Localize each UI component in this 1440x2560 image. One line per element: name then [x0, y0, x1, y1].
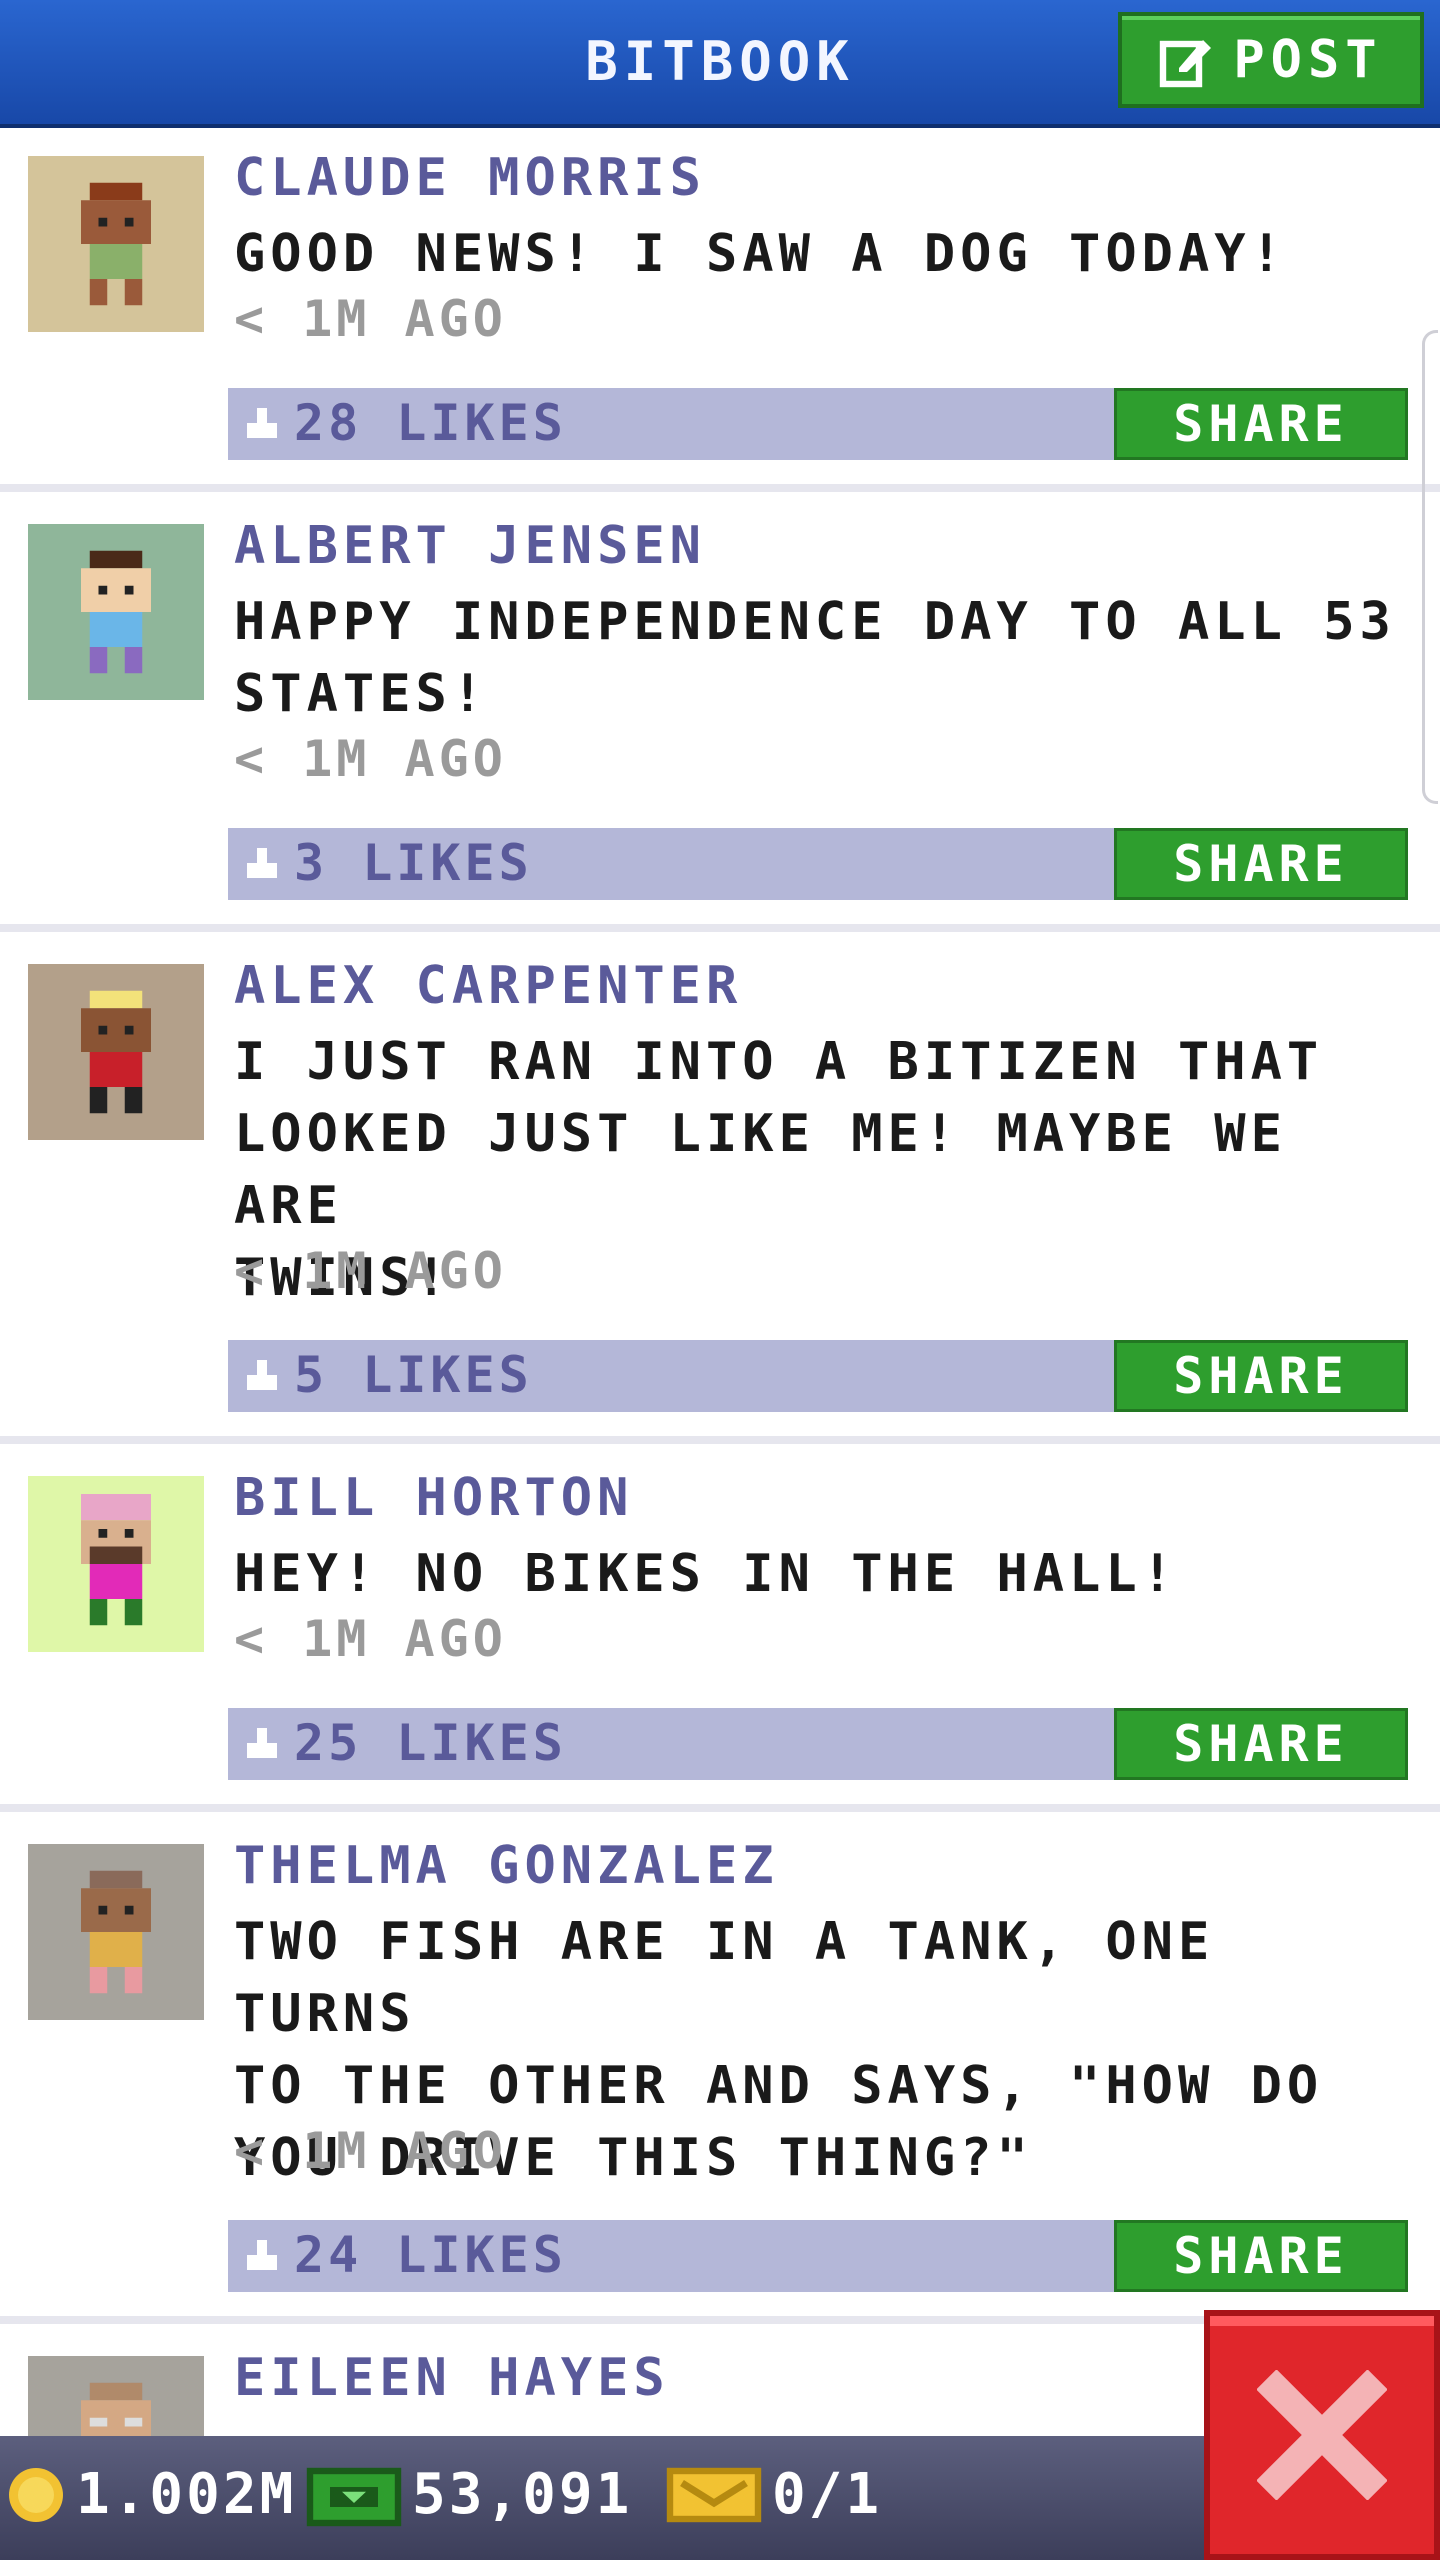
- like-button[interactable]: 3 LIKES: [242, 834, 533, 892]
- coin-icon: [9, 2467, 63, 2522]
- bitizen-avatar-icon: [81, 990, 151, 1114]
- like-button[interactable]: 5 LIKES: [242, 1346, 533, 1404]
- like-button[interactable]: 28 LIKES: [242, 394, 567, 452]
- post-author[interactable]: ALBERT JENSEN: [234, 516, 706, 576]
- share-button[interactable]: SHARE: [1114, 388, 1408, 460]
- avatar[interactable]: [28, 1844, 204, 2020]
- post-divider: [0, 484, 1440, 492]
- like-bar: 3 LIKES SHARE: [228, 828, 1408, 900]
- like-bar: 28 LIKES SHARE: [228, 388, 1408, 460]
- like-count: 24 LIKES: [294, 2226, 567, 2284]
- post-divider: [0, 1436, 1440, 1444]
- bitizen-avatar-icon: [81, 1494, 151, 1626]
- like-bar: 24 LIKES SHARE: [228, 2220, 1408, 2292]
- post-time: < 1M AGO: [234, 1242, 507, 1300]
- compose-icon: [1160, 40, 1212, 88]
- bitizen-avatar-icon: [81, 550, 151, 674]
- avatar[interactable]: [28, 524, 204, 700]
- like-bar: 25 LIKES SHARE: [228, 1708, 1408, 1780]
- app-title: BITBOOK: [585, 30, 855, 93]
- post-author[interactable]: BILL HORTON: [234, 1468, 633, 1528]
- avatar[interactable]: [28, 156, 204, 332]
- ticket-icon: [666, 2467, 762, 2522]
- post-time: < 1M AGO: [234, 1610, 507, 1668]
- like-count: 3 LIKES: [294, 834, 533, 892]
- bux-count: 53,091: [412, 2462, 633, 2527]
- post-text: HEY! NO BIKES IN THE HALL!: [234, 1544, 1178, 1604]
- share-button[interactable]: SHARE: [1114, 1708, 1408, 1780]
- post-author[interactable]: ALEX CARPENTER: [234, 956, 742, 1016]
- avatar[interactable]: [28, 964, 204, 1140]
- app-header: BITBOOK POST: [0, 0, 1440, 128]
- share-button[interactable]: SHARE: [1114, 2220, 1408, 2292]
- post-divider: [0, 1804, 1440, 1812]
- post-author[interactable]: CLAUDE MORRIS: [234, 148, 706, 208]
- like-count: 28 LIKES: [294, 394, 567, 452]
- post-text: GOOD NEWS! I SAW A DOG TODAY!: [234, 224, 1287, 284]
- like-bar: 5 LIKES SHARE: [228, 1340, 1408, 1412]
- share-button[interactable]: SHARE: [1114, 828, 1408, 900]
- thumbs-up-icon: [247, 2240, 277, 2270]
- post-time: < 1M AGO: [234, 730, 507, 788]
- thumbs-up-icon: [247, 848, 277, 878]
- bitizen-avatar-icon: [81, 1870, 151, 1994]
- post-text: HAPPY INDEPENDENCE DAY TO ALL 53 STATES!: [234, 592, 1396, 724]
- close-button[interactable]: [1204, 2310, 1440, 2560]
- avatar[interactable]: [28, 1476, 204, 1652]
- like-button[interactable]: 24 LIKES: [242, 2226, 567, 2284]
- bux-display: 53,091: [306, 2462, 632, 2527]
- share-button[interactable]: SHARE: [1114, 1340, 1408, 1412]
- close-icon: [1257, 2370, 1387, 2500]
- post-button[interactable]: POST: [1118, 12, 1424, 108]
- post-button-label: POST: [1233, 30, 1383, 90]
- coins-display: 1.002M: [6, 2462, 296, 2527]
- thumbs-up-icon: [247, 408, 277, 438]
- post-divider: [0, 924, 1440, 932]
- bitizen-avatar-icon: [81, 182, 151, 306]
- coins-count: 1.002M: [76, 2462, 297, 2527]
- post-author[interactable]: THELMA GONZALEZ: [234, 1836, 779, 1896]
- like-button[interactable]: 25 LIKES: [242, 1714, 567, 1772]
- like-count: 25 LIKES: [294, 1714, 567, 1772]
- post-time: < 1M AGO: [234, 2122, 507, 2180]
- bux-icon: [306, 2467, 402, 2526]
- post-author[interactable]: EILEEN HAYES: [234, 2348, 670, 2408]
- thumbs-up-icon: [247, 1728, 277, 1758]
- tickets-display: 0/1: [666, 2462, 882, 2527]
- tickets-count: 0/1: [772, 2462, 883, 2527]
- thumbs-up-icon: [247, 1360, 277, 1390]
- scroll-indicator[interactable]: [1422, 330, 1438, 804]
- like-count: 5 LIKES: [294, 1346, 533, 1404]
- post-time: < 1M AGO: [234, 290, 507, 348]
